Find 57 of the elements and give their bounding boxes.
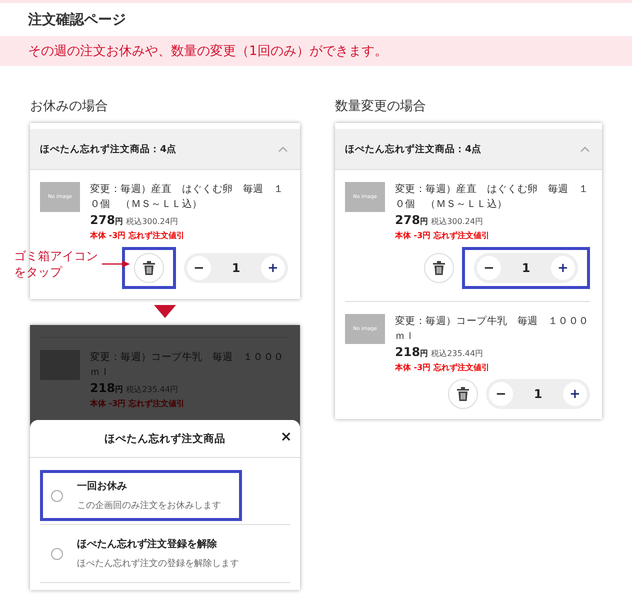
quantity-stepper[interactable]: − 1 + bbox=[184, 253, 288, 283]
plus-button[interactable]: + bbox=[562, 382, 587, 406]
minus-button[interactable]: − bbox=[477, 256, 501, 280]
card-header-title: ほぺたん忘れず注文商品：4点 bbox=[40, 142, 177, 156]
price: 278 bbox=[90, 213, 116, 227]
notice-banner: その週の注文お休みや、数量の変更（1回のみ）ができます。 bbox=[0, 36, 632, 66]
down-triangle-icon bbox=[154, 305, 176, 318]
section-label: 数量変更の場合 bbox=[335, 98, 427, 116]
quantity-value: 1 bbox=[232, 261, 240, 275]
option-title: ほぺたん忘れず注文登録を解除 bbox=[77, 537, 218, 551]
radio-button[interactable] bbox=[51, 490, 63, 502]
quantity-value: 1 bbox=[522, 261, 530, 275]
trash-icon bbox=[143, 261, 155, 275]
radio-button[interactable] bbox=[51, 548, 63, 560]
sheet-title: ほぺたん忘れず注文商品 bbox=[104, 432, 226, 446]
discount-note: 本体 -3円 忘れず注文値引 bbox=[395, 362, 490, 373]
price: 278 bbox=[395, 213, 420, 227]
trash-button[interactable] bbox=[424, 253, 454, 283]
close-button[interactable]: × bbox=[278, 429, 294, 445]
tax-included-price: 税込300.24円 bbox=[126, 216, 178, 227]
trash-button[interactable] bbox=[448, 379, 478, 409]
tax-included-price: 税込235.44円 bbox=[431, 348, 484, 359]
highlighted-option[interactable]: 一回お休み この企画回のみ注文をお休みします bbox=[40, 470, 242, 521]
discount-note: 本体 -3円 忘れず注文値引 bbox=[395, 230, 490, 241]
price: 218 bbox=[90, 381, 116, 395]
product-name: 変更：毎週）産直 はぐくむ卵 毎週 １０個 （ＭＳ～ＬＬ込） bbox=[90, 182, 285, 212]
trash-icon bbox=[457, 387, 469, 401]
plus-button[interactable]: + bbox=[260, 256, 285, 280]
price-unit: 円 bbox=[420, 348, 428, 359]
price-unit: 円 bbox=[115, 216, 124, 227]
card-header[interactable]: ほぺたん忘れず注文商品：4点 bbox=[335, 129, 602, 170]
discount-note: 本体 -3円 忘れず注文値引 bbox=[90, 398, 186, 409]
price-unit: 円 bbox=[420, 216, 428, 227]
discount-note: 本体 -3円 忘れず注文値引 bbox=[90, 230, 186, 241]
page-title: 注文確認ページ bbox=[27, 10, 127, 29]
plus-button[interactable]: + bbox=[550, 256, 575, 280]
option-description: この企画回のみ注文をお休みします bbox=[77, 500, 221, 512]
tax-included-price: 税込300.24円 bbox=[431, 216, 484, 227]
minus-button[interactable]: − bbox=[489, 382, 513, 406]
annotation-text: ゴミ箱アイコン をタップ bbox=[14, 248, 98, 280]
minus-button[interactable]: − bbox=[187, 256, 211, 280]
quantity-stepper[interactable]: − 1 + bbox=[486, 379, 590, 409]
trash-button[interactable] bbox=[134, 253, 164, 283]
product-name: 変更：毎週）産直 はぐくむ卵 毎週 １０個 （ＭＳ～ＬＬ込） bbox=[395, 182, 590, 212]
option-item[interactable]: ほぺたん忘れず注文登録を解除 ほぺたん忘れず注文の登録を解除します bbox=[40, 528, 290, 579]
card-header-title: ほぺたん忘れず注文商品：4点 bbox=[345, 142, 482, 156]
trash-icon bbox=[433, 261, 445, 275]
price: 218 bbox=[395, 345, 420, 359]
product-name: 変更：毎週）コープ牛乳 毎週 １０００ｍｌ bbox=[395, 314, 590, 344]
option-title: 一回お休み bbox=[77, 480, 128, 493]
price-unit: 円 bbox=[115, 384, 124, 395]
quantity-stepper[interactable]: − 1 + bbox=[474, 253, 578, 283]
card-header[interactable]: ほぺたん忘れず注文商品：4点 bbox=[30, 129, 300, 170]
section-label: お休みの場合 bbox=[30, 98, 109, 116]
quantity-value: 1 bbox=[534, 387, 542, 401]
option-description: ほぺたん忘れず注文の登録を解除します bbox=[77, 557, 239, 570]
pointer-arrow bbox=[102, 260, 130, 268]
